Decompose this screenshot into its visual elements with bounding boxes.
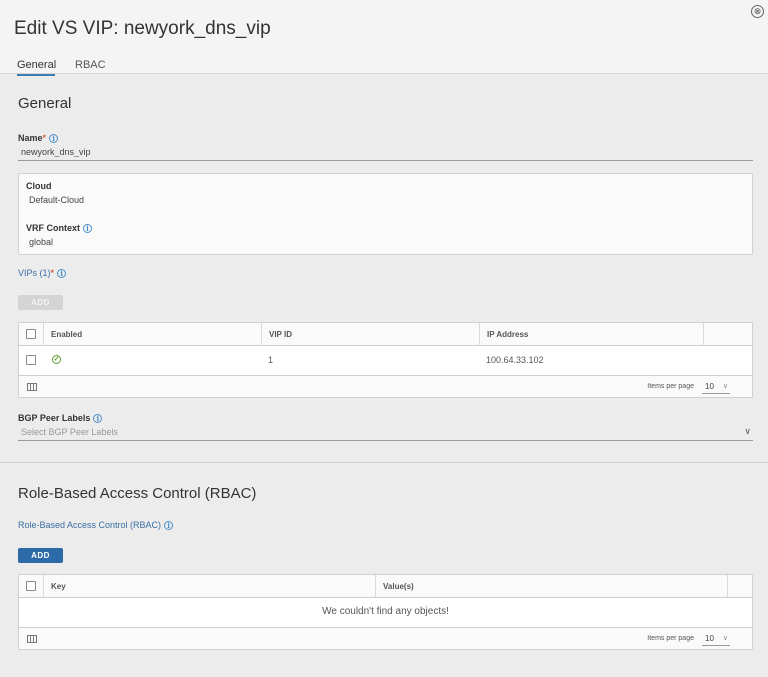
items-per-page-value: 10 (705, 634, 714, 643)
info-icon[interactable]: i (93, 414, 103, 424)
chevron-down-icon: ∨ (744, 426, 751, 436)
bgp-peer-labels-select[interactable]: Select BGP Peer Labels ∨ (18, 426, 753, 441)
rbac-label-text: Role-Based Access Control (RBAC) (18, 520, 162, 530)
required-mark: * (50, 268, 55, 278)
info-icon[interactable]: i (57, 269, 67, 279)
close-icon[interactable]: ⊗ (751, 5, 764, 18)
bgp-peer-labels-placeholder: Select BGP Peer Labels (21, 427, 118, 437)
tab-general[interactable]: General (17, 59, 56, 76)
check-circle-icon: ✓ (52, 355, 61, 364)
required-mark: * (42, 133, 47, 143)
rbac-label: Role-Based Access Control (RBAC) i (18, 520, 174, 531)
column-header-actions (703, 323, 752, 346)
select-all-checkbox[interactable] (26, 329, 36, 339)
chevron-down-icon: ∨ (722, 383, 728, 390)
vip-table: Enabled VIP ID IP Address ✓ 1 100.64.33.… (18, 322, 753, 398)
info-icon[interactable]: i (164, 521, 174, 531)
vrf-context-value: global (29, 237, 54, 247)
column-toggle-icon[interactable] (27, 383, 37, 391)
chevron-down-icon: ∨ (722, 635, 728, 642)
vrf-context-label: VRF Context i (26, 223, 92, 234)
vip-table-header: Enabled VIP ID IP Address (19, 323, 752, 346)
empty-table-message: We couldn't find any objects! (322, 606, 449, 617)
column-header-vip-id[interactable]: VIP ID (261, 323, 479, 346)
rbac-table-header: Key Value(s) (19, 575, 752, 598)
column-toggle-icon[interactable] (27, 635, 37, 643)
ip-address-cell: 100.64.33.102 (486, 355, 544, 365)
info-icon[interactable]: i (83, 224, 92, 234)
info-icon[interactable]: i (49, 134, 59, 144)
select-all-checkbox[interactable] (26, 581, 36, 591)
name-label-text: Name (18, 133, 43, 143)
rbac-section-title: Role-Based Access Control (RBAC) (18, 485, 257, 502)
modal-title: Edit VS VIP: newyork_dns_vip (14, 18, 271, 39)
rbac-table-footer: Items per page 10 ∨ (19, 627, 752, 649)
vip-id-cell: 1 (268, 355, 274, 365)
column-header-ip-address[interactable]: IP Address (479, 323, 703, 346)
add-vip-button[interactable]: ADD (18, 295, 63, 310)
cloud-vrf-box: Cloud Default-Cloud VRF Context i global (18, 173, 753, 255)
vrf-context-label-text: VRF Context (26, 223, 80, 233)
cloud-label: Cloud (26, 181, 52, 191)
column-header-values[interactable]: Value(s) (375, 575, 727, 598)
items-per-page-select[interactable]: 10 ∨ (702, 632, 730, 646)
bgp-peer-labels-text: BGP Peer Labels (18, 413, 91, 423)
column-header-enabled[interactable]: Enabled (43, 323, 262, 346)
name-input[interactable] (18, 147, 753, 161)
general-section-title: General (18, 95, 72, 112)
items-per-page-value: 10 (705, 382, 714, 391)
rbac-table: Key Value(s) We couldn't find any object… (18, 574, 753, 650)
column-header-key[interactable]: Key (43, 575, 375, 598)
row-checkbox[interactable] (26, 355, 36, 365)
bgp-peer-labels-label: BGP Peer Labels i (18, 413, 103, 424)
items-per-page-select[interactable]: 10 ∨ (702, 380, 730, 394)
section-divider (0, 462, 768, 463)
cloud-value: Default-Cloud (29, 195, 85, 205)
add-rbac-button[interactable]: ADD (18, 548, 63, 563)
items-per-page-label: Items per page (647, 635, 694, 642)
name-label: Name* i (18, 133, 59, 144)
items-per-page-label: Items per page (647, 383, 694, 390)
vip-table-footer: Items per page 10 ∨ (19, 375, 752, 397)
vips-label-text: VIPs (1) (18, 268, 51, 278)
tab-rbac[interactable]: RBAC (75, 59, 106, 71)
column-header-actions (727, 575, 752, 598)
vips-label: VIPs (1)* i (18, 268, 67, 279)
modal-header: Edit VS VIP: newyork_dns_vip ⊗ General R… (0, 0, 768, 76)
